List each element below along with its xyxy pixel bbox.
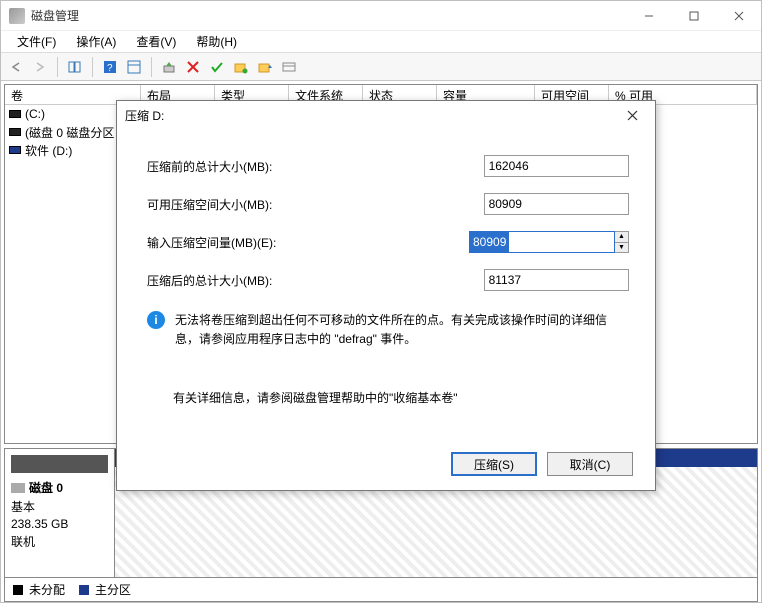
minimize-button[interactable] — [626, 1, 671, 30]
label-total-after: 压缩后的总计大小(MB): — [147, 272, 484, 289]
label-shrink-amount: 输入压缩空间量(MB)(E): — [147, 234, 469, 251]
legend-unalloc-swatch — [13, 585, 23, 595]
volume-icon — [9, 110, 21, 118]
value-total-before: 162046 — [484, 155, 629, 177]
disk-size: 238.35 GB — [11, 517, 108, 531]
shrink-button[interactable]: 压缩(S) — [451, 452, 537, 476]
legend-primary: 主分区 — [95, 581, 131, 598]
value-available-shrink: 80909 — [484, 193, 629, 215]
app-icon — [9, 8, 25, 24]
label-available-shrink: 可用压缩空间大小(MB): — [147, 196, 484, 213]
menubar: 文件(F) 操作(A) 查看(V) 帮助(H) — [1, 31, 761, 53]
legend-primary-swatch — [79, 585, 89, 595]
disk-status: 联机 — [11, 533, 108, 550]
run-icon[interactable] — [158, 56, 180, 78]
delete-icon[interactable] — [182, 56, 204, 78]
window-icon[interactable] — [278, 56, 300, 78]
disk-header-bar — [11, 455, 108, 473]
help-icon[interactable]: ? — [99, 56, 121, 78]
help-text: 有关详细信息，请参阅磁盘管理帮助中的"收缩基本卷" — [173, 389, 629, 406]
dialog-close-button[interactable] — [617, 101, 647, 129]
legend-unalloc: 未分配 — [29, 581, 65, 598]
spin-down-button[interactable]: ▼ — [615, 243, 628, 253]
menu-file[interactable]: 文件(F) — [7, 33, 66, 50]
folder-up-icon[interactable] — [254, 56, 276, 78]
menu-help[interactable]: 帮助(H) — [186, 33, 247, 50]
layout-icon[interactable] — [64, 56, 86, 78]
cancel-button[interactable]: 取消(C) — [547, 452, 633, 476]
dialog-title: 压缩 D: — [125, 107, 617, 124]
spin-up-button[interactable]: ▲ — [615, 232, 628, 243]
info-icon: i — [147, 311, 165, 329]
menu-view[interactable]: 查看(V) — [126, 33, 186, 50]
check-icon[interactable] — [206, 56, 228, 78]
volume-icon — [9, 128, 21, 136]
menu-action[interactable]: 操作(A) — [66, 33, 126, 50]
window-title: 磁盘管理 — [31, 7, 626, 24]
disk-icon — [11, 483, 25, 493]
back-button[interactable] — [5, 56, 27, 78]
shrink-dialog: 压缩 D: 压缩前的总计大小(MB): 162046 可用压缩空间大小(MB):… — [116, 100, 656, 491]
value-total-after: 81137 — [484, 269, 629, 291]
folder-new-icon[interactable] — [230, 56, 252, 78]
forward-button[interactable] — [29, 56, 51, 78]
close-button[interactable] — [716, 1, 761, 30]
list-icon[interactable] — [123, 56, 145, 78]
label-total-before: 压缩前的总计大小(MB): — [147, 158, 484, 175]
svg-text:?: ? — [107, 63, 113, 74]
maximize-button[interactable] — [671, 1, 716, 30]
disk-name: 磁盘 0 — [29, 479, 63, 496]
disk-basic: 基本 — [11, 498, 108, 515]
info-text: 无法将卷压缩到超出任何不可移动的文件所在的点。有关完成该操作时间的详细信息，请参… — [175, 311, 629, 349]
shrink-amount-input[interactable]: 80909 — [469, 231, 615, 253]
volume-icon — [9, 146, 21, 154]
toolbar: ? — [1, 53, 761, 81]
